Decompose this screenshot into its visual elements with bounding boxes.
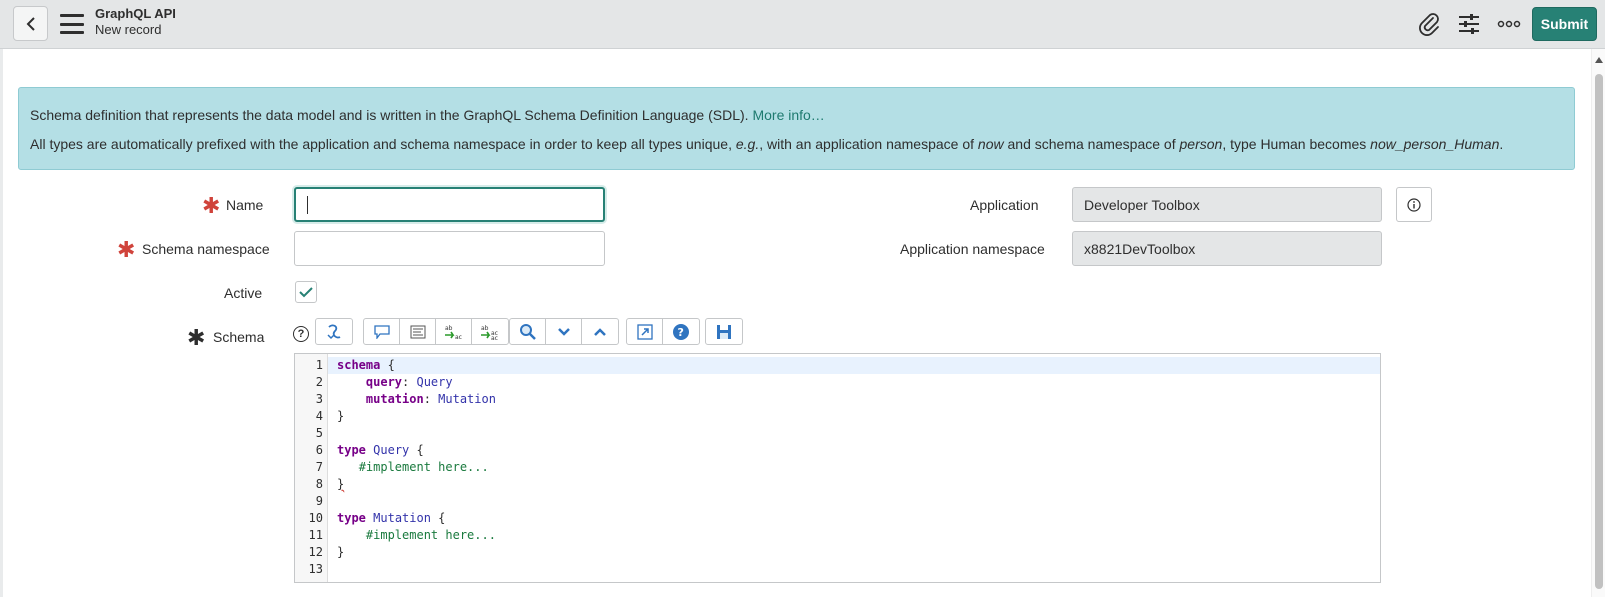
page-subtitle: New record: [95, 22, 162, 37]
line-number: 2: [315, 375, 323, 389]
line-number: 5: [315, 426, 323, 440]
svg-text:ac: ac: [455, 334, 462, 341]
save-icon[interactable]: [706, 319, 742, 344]
banner-text: All types are automatically prefixed wit…: [30, 136, 736, 152]
scrollbar[interactable]: [1591, 49, 1605, 597]
format-code-icon[interactable]: [316, 319, 352, 344]
back-button[interactable]: [13, 6, 48, 41]
svg-text:ab: ab: [481, 325, 489, 332]
required-indicator-icon: ✱: [187, 325, 206, 350]
code-line: #implement here...: [358, 460, 489, 474]
record-title-block: GraphQL API New record: [95, 6, 176, 38]
application-value: Developer Toolbox: [1084, 196, 1200, 213]
code-line: schema {: [328, 357, 1380, 374]
banner-text: and schema namespace of: [1003, 136, 1180, 152]
banner-text: .: [1499, 136, 1504, 152]
application-label: Application: [970, 197, 1039, 213]
code-line: type Mutation {: [337, 511, 446, 525]
banner-italic: now_person_Human: [1370, 136, 1500, 152]
required-indicator-icon: ✱: [202, 193, 221, 218]
line-number: 11: [308, 528, 323, 542]
schema-namespace-input[interactable]: [294, 231, 605, 266]
code-line: }: [337, 477, 345, 491]
application-namespace-label: Application namespace: [900, 241, 1045, 257]
field-help-icon[interactable]: ?: [293, 326, 309, 342]
banner-text: Schema definition that represents the da…: [30, 107, 749, 123]
banner-italic: e.g.: [735, 136, 760, 152]
code-line: mutation: Mutation: [365, 392, 496, 406]
code-line: query: Query: [365, 375, 453, 389]
more-info-link[interactable]: More info…: [752, 107, 824, 123]
edit-toolbar-group: ab ac ab ac ac: [363, 318, 509, 345]
application-namespace-field[interactable]: x8821DevToolbox: [1072, 231, 1382, 266]
schema-namespace-label: Schema namespace: [142, 241, 270, 257]
expand-icon[interactable]: [582, 319, 618, 344]
schema-code-editor[interactable]: 1 2 3 4 5 6 7 8 9 10 11 12 13 schema { q…: [294, 353, 1381, 583]
form-header: GraphQL API New record Submit: [0, 0, 1605, 49]
line-number: 13: [308, 562, 323, 576]
banner-line-1: Schema definition that represents the da…: [30, 101, 1563, 130]
name-label: Name: [226, 197, 264, 213]
help-icon[interactable]: ?: [663, 319, 699, 344]
submit-button[interactable]: Submit: [1532, 7, 1597, 41]
svg-text:?: ?: [678, 326, 684, 339]
format-toolbar-group: [315, 318, 353, 345]
scroll-thumb[interactable]: [1595, 74, 1603, 589]
application-namespace-value: x8821DevToolbox: [1084, 240, 1196, 257]
banner-text: , with an application namespace of: [759, 136, 978, 152]
info-icon: [1407, 197, 1421, 212]
application-field[interactable]: Developer Toolbox: [1072, 187, 1382, 222]
active-checkbox[interactable]: [295, 281, 317, 303]
line-number: 6: [315, 443, 323, 457]
line-number: 10: [308, 511, 323, 525]
left-border: [0, 49, 3, 597]
line-number: 1: [315, 358, 323, 372]
active-label: Active: [224, 285, 263, 301]
chevron-left-icon: [26, 16, 35, 31]
save-toolbar-group: [705, 318, 743, 345]
line-number: 4: [315, 409, 323, 423]
name-input[interactable]: [294, 187, 605, 222]
code-line: #implement here...: [365, 528, 496, 542]
code-line: }: [337, 409, 345, 423]
application-info-button[interactable]: [1396, 187, 1432, 222]
replace-all-icon[interactable]: ab ac ac: [472, 319, 508, 344]
page-title: GraphQL API: [95, 6, 176, 21]
line-number-gutter: 1 2 3 4 5 6 7 8 9 10 11 12 13: [295, 354, 328, 582]
line-number: 3: [315, 392, 323, 406]
attachment-icon[interactable]: [1414, 10, 1444, 38]
more-options-icon[interactable]: [1494, 10, 1524, 38]
settings-sliders-icon[interactable]: [1454, 10, 1484, 38]
banner-text: , type Human becomes: [1222, 136, 1371, 152]
line-number: 12: [308, 545, 323, 559]
banner-italic: now: [977, 136, 1004, 152]
search-toolbar-group: [509, 318, 619, 345]
comment-icon[interactable]: [364, 319, 400, 344]
replace-icon[interactable]: ab ac: [436, 319, 472, 344]
schema-label: Schema: [213, 329, 265, 345]
code-line: type Query {: [337, 443, 424, 457]
checkmark-icon: [299, 287, 313, 298]
code-line: }: [337, 545, 345, 559]
fullscreen-icon[interactable]: [627, 319, 663, 344]
hamburger-menu-icon[interactable]: [60, 14, 84, 34]
view-toolbar-group: ?: [626, 318, 700, 345]
line-number: 9: [315, 494, 323, 508]
banner-line-2: All types are automatically prefixed wit…: [30, 130, 1563, 159]
svg-text:ac: ac: [491, 335, 498, 341]
text-caret: [307, 195, 308, 214]
svg-text:ab: ab: [445, 325, 453, 332]
collapse-icon[interactable]: [546, 319, 582, 344]
search-icon[interactable]: [510, 319, 546, 344]
info-banner: Schema definition that represents the da…: [18, 87, 1575, 170]
required-indicator-icon: ✱: [117, 237, 136, 262]
line-number: 8: [315, 477, 323, 491]
banner-italic: person: [1179, 136, 1223, 152]
line-number: 7: [315, 460, 323, 474]
scroll-up-arrow-icon[interactable]: [1595, 57, 1603, 63]
outline-icon[interactable]: [400, 319, 436, 344]
